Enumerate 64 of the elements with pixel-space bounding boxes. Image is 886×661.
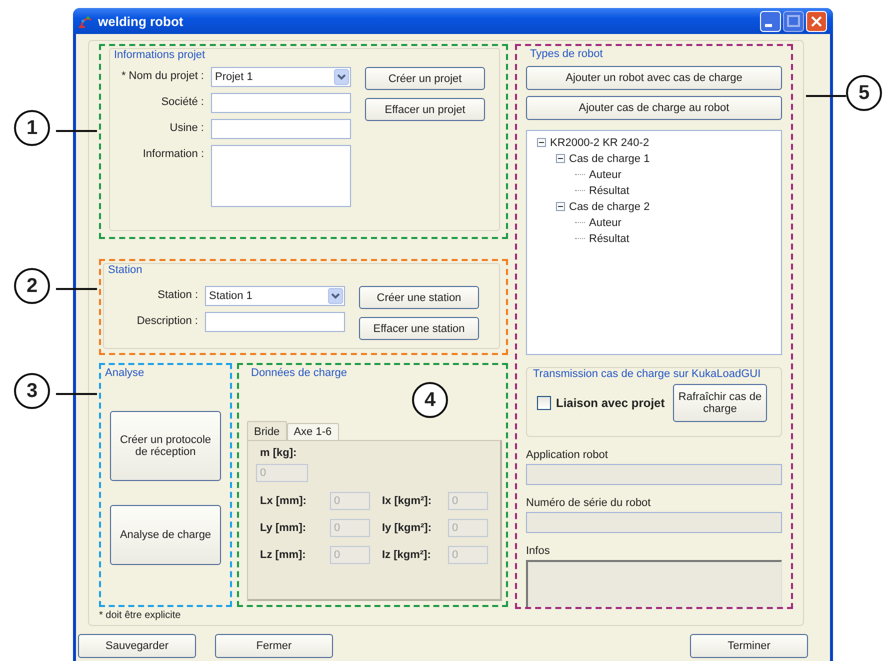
- checkbox-label: Liaison avec projet: [556, 396, 665, 410]
- tree-item[interactable]: Cas de charge 2: [569, 200, 650, 213]
- tree-item[interactable]: Résultat: [589, 184, 630, 197]
- collapse-icon[interactable]: [556, 202, 565, 212]
- collapse-icon[interactable]: [556, 154, 565, 164]
- callout-number: 2: [14, 268, 50, 304]
- leader-line: [56, 130, 97, 132]
- action-button[interactable]: Créer un protocole de réception: [110, 411, 221, 481]
- window-title: welding robot: [98, 14, 184, 28]
- footnote: * doit être explicite: [99, 610, 182, 621]
- input-field[interactable]: [205, 312, 345, 332]
- tree-item[interactable]: Cas de charge 1: [569, 152, 650, 165]
- input-field[interactable]: [211, 93, 351, 113]
- action-button[interactable]: Effacer une station: [359, 317, 479, 340]
- action-button[interactable]: Analyse de charge: [110, 505, 221, 565]
- field-label: Information :: [142, 147, 204, 160]
- field-label: Description :: [136, 314, 198, 327]
- checkbox[interactable]: [537, 396, 551, 410]
- action-button[interactable]: Créer un projet: [365, 67, 485, 90]
- input-field[interactable]: [211, 119, 351, 139]
- field-label: Iy [kgm²]:: [381, 522, 432, 534]
- tree-item[interactable]: Auteur: [589, 168, 622, 181]
- tree-item[interactable]: Auteur: [589, 216, 622, 229]
- readonly-field[interactable]: [526, 560, 782, 607]
- readonly-field[interactable]: [526, 464, 782, 486]
- action-button[interactable]: Ajouter un robot avec cas de charge: [526, 66, 782, 90]
- action-button[interactable]: Rafraîchir cas de charge: [673, 384, 767, 422]
- readonly-field[interactable]: [526, 512, 782, 534]
- field-label: Numéro de série du robot: [526, 497, 652, 510]
- collapse-icon[interactable]: [537, 138, 546, 148]
- action-button[interactable]: Effacer un projet: [365, 98, 485, 121]
- leader-line: [56, 288, 97, 290]
- tab[interactable]: Bride: [247, 421, 287, 440]
- minimize-icon[interactable]: [760, 10, 781, 32]
- field-label: Lz [mm]:: [259, 549, 307, 561]
- dropdown[interactable]: Projet 1: [211, 67, 351, 87]
- field-label: Station :: [156, 288, 198, 301]
- field-label: Application robot: [526, 449, 609, 462]
- leader-line: [806, 95, 846, 97]
- tree-item[interactable]: KR2000-2 KR 240-2: [550, 136, 650, 149]
- callout-number: 5: [846, 75, 882, 111]
- leader-line: [56, 393, 97, 395]
- field-label: Société :: [160, 95, 204, 108]
- field-label: Infos: [526, 545, 551, 558]
- field-label: Ly [mm]:: [259, 522, 308, 534]
- field-label: Iz [kgm²]:: [381, 549, 432, 561]
- action-button[interactable]: Ajouter cas de charge au robot: [526, 96, 782, 120]
- action-button[interactable]: Fermer: [215, 634, 333, 658]
- callout-number: 3: [14, 373, 50, 409]
- field-label: Ix [kgm²]:: [381, 495, 432, 507]
- action-button[interactable]: Créer une station: [359, 286, 479, 309]
- field-label: Usine :: [168, 121, 204, 134]
- field-label: * Nom du projet :: [120, 69, 204, 82]
- robot-arm-icon: [77, 14, 93, 28]
- tree-item[interactable]: Résultat: [589, 232, 630, 245]
- callout-number: 1: [14, 110, 50, 146]
- action-button[interactable]: Terminer: [690, 634, 808, 658]
- action-button[interactable]: Sauvegarder: [78, 634, 196, 658]
- maximize-icon[interactable]: [783, 10, 804, 32]
- close-icon[interactable]: [806, 10, 827, 32]
- dropdown[interactable]: Station 1: [205, 286, 345, 306]
- tab[interactable]: Axe 1-6: [286, 423, 339, 440]
- field-label: Lx [mm]:: [259, 495, 308, 507]
- field-label: m [kg]:: [259, 447, 297, 459]
